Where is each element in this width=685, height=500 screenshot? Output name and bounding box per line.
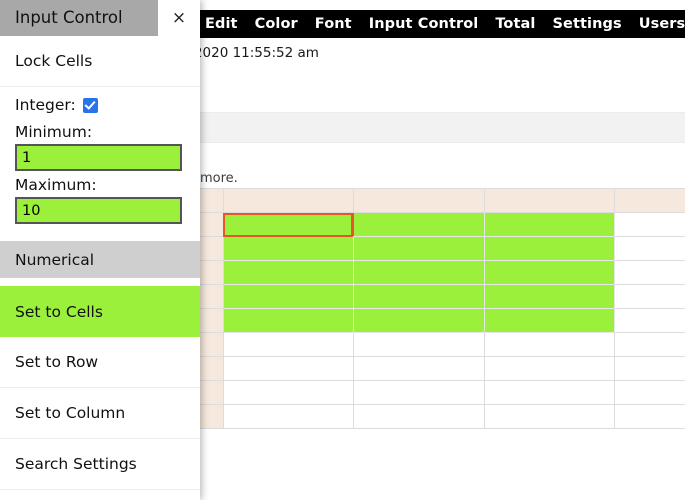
table-row (200, 308, 685, 333)
grid-cell[interactable] (223, 380, 354, 405)
table-row (200, 380, 685, 405)
grid-cell[interactable] (353, 380, 485, 405)
close-icon[interactable]: × (158, 0, 200, 36)
menu-color[interactable]: Color (255, 10, 298, 38)
panel-titlebar: Input Control × (0, 0, 200, 36)
integer-field-row: Integer: (15, 96, 185, 114)
panel-item-lock-cells[interactable]: Lock Cells (0, 36, 200, 87)
grid-cell[interactable] (223, 332, 354, 357)
grid-cell[interactable] (223, 284, 354, 309)
grid-cell[interactable] (614, 284, 685, 309)
table-row (200, 332, 685, 357)
grid-cell[interactable] (223, 260, 354, 285)
grid-cell-selected[interactable] (223, 212, 354, 237)
grid-cell[interactable] (223, 236, 354, 261)
input-control-panel: Input Control × Lock Cells Integer: Mini… (0, 0, 200, 500)
lock-cells-label: Lock Cells (15, 52, 93, 70)
set-to-row-label: Set to Row (15, 353, 99, 371)
grid-cell[interactable] (484, 236, 615, 261)
panel-section-numerical[interactable]: Numerical (0, 241, 200, 278)
grid-cell[interactable] (200, 188, 224, 213)
minimum-label: Minimum: (15, 123, 93, 141)
grid-cell[interactable] (223, 356, 354, 381)
grid-cell[interactable] (353, 236, 485, 261)
grid-cell[interactable] (353, 260, 485, 285)
grid-cell[interactable] (614, 212, 685, 237)
numeric-settings-fields: Integer: Minimum: Maximum: (0, 87, 200, 235)
minimum-input[interactable] (15, 144, 182, 171)
grid-cell[interactable] (484, 212, 615, 237)
menu-users[interactable]: Users (639, 10, 685, 38)
table-row (200, 284, 685, 309)
grid-cell[interactable] (614, 356, 685, 381)
grid-cell[interactable] (200, 404, 224, 429)
grid-cell[interactable] (200, 260, 224, 285)
grid-cell[interactable] (200, 332, 224, 357)
integer-checkbox[interactable] (82, 97, 98, 113)
grid-cell[interactable] (353, 404, 485, 429)
grid-cell[interactable] (484, 260, 615, 285)
panel-item-delete[interactable]: DELETE (0, 490, 200, 500)
grid-cell[interactable] (614, 188, 685, 213)
grid-cell[interactable] (353, 356, 485, 381)
grid-cell[interactable] (484, 380, 615, 405)
set-to-cells-label: Set to Cells (15, 302, 103, 321)
grid-cell[interactable] (223, 404, 354, 429)
table-row (200, 260, 685, 285)
grid-cell[interactable] (614, 260, 685, 285)
integer-label: Integer: (15, 96, 76, 114)
grid-cell[interactable] (484, 188, 615, 213)
grid-cell[interactable] (353, 284, 485, 309)
grid-cell[interactable] (200, 308, 224, 333)
panel-item-search-settings[interactable]: Search Settings (0, 439, 200, 490)
menu-total[interactable]: Total (495, 10, 535, 38)
table-row (200, 188, 685, 213)
grid-cell[interactable] (353, 308, 485, 333)
grid-cell[interactable] (484, 356, 615, 381)
grid-cell[interactable] (353, 212, 485, 237)
numerical-label: Numerical (15, 250, 95, 269)
grid-cell[interactable] (614, 332, 685, 357)
grid-body (200, 188, 685, 429)
table-row (200, 236, 685, 261)
set-to-column-label: Set to Column (15, 404, 126, 422)
grid-cell[interactable] (223, 308, 354, 333)
menu-edit[interactable]: Edit (205, 10, 238, 38)
grid-cell[interactable] (200, 284, 224, 309)
panel-title: Input Control (0, 0, 158, 36)
grid-cell[interactable] (614, 380, 685, 405)
app-window: Edit Color Font Input Control Total Sett… (0, 0, 685, 500)
grid-cell[interactable] (223, 188, 354, 213)
grid-cell[interactable] (200, 236, 224, 261)
panel-divider (0, 278, 200, 286)
panel-item-set-to-row[interactable]: Set to Row (0, 337, 200, 388)
grid-cell[interactable] (484, 284, 615, 309)
grid-cell[interactable] (200, 356, 224, 381)
menu-font[interactable]: Font (315, 10, 352, 38)
grid-cell[interactable] (200, 380, 224, 405)
grid-cell[interactable] (484, 308, 615, 333)
panel-item-set-to-column[interactable]: Set to Column (0, 388, 200, 439)
grid-cell[interactable] (614, 236, 685, 261)
menu-input-control[interactable]: Input Control (369, 10, 479, 38)
menu-settings[interactable]: Settings (552, 10, 621, 38)
grid-cell[interactable] (200, 212, 224, 237)
panel-item-set-to-cells[interactable]: Set to Cells (0, 286, 200, 337)
grid-cell[interactable] (484, 332, 615, 357)
grid-cell[interactable] (353, 332, 485, 357)
table-row (200, 404, 685, 429)
table-row (200, 356, 685, 381)
maximum-label: Maximum: (15, 176, 97, 194)
search-settings-label: Search Settings (15, 455, 137, 473)
maximum-input[interactable] (15, 197, 182, 224)
grid-cell[interactable] (484, 404, 615, 429)
table-row (200, 212, 685, 237)
grid-cell[interactable] (614, 308, 685, 333)
spreadsheet-grid[interactable] (200, 188, 685, 429)
grid-cell[interactable] (353, 188, 485, 213)
grid-cell[interactable] (614, 404, 685, 429)
